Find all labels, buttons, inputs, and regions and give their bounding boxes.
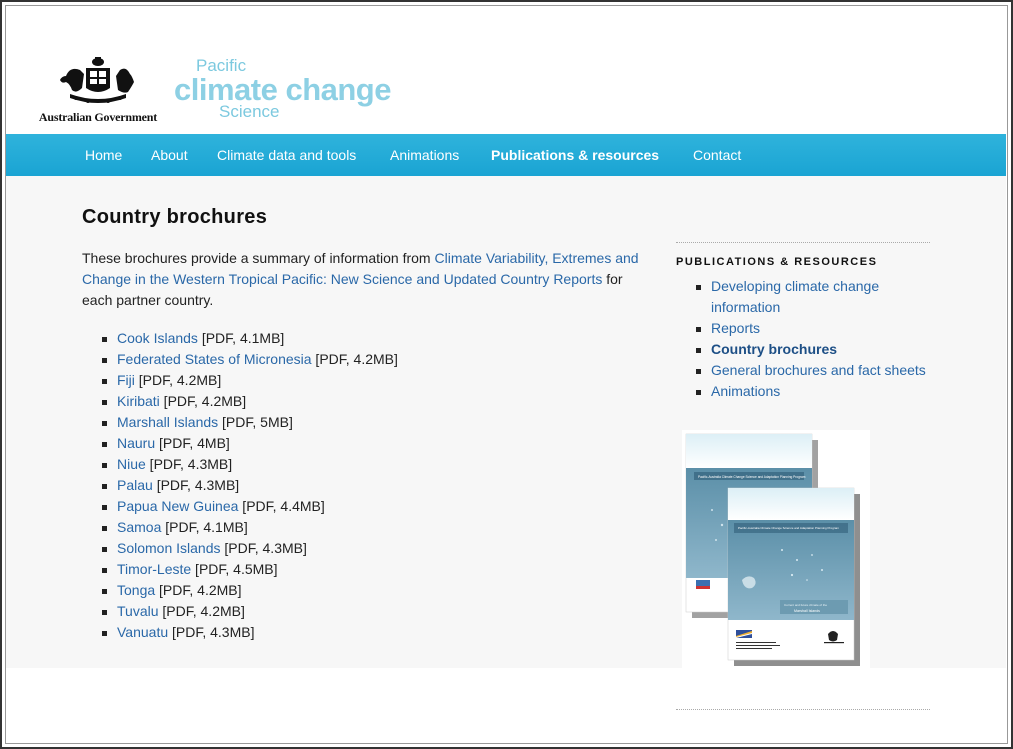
brand-line-2: climate change xyxy=(174,72,391,107)
file-meta: [PDF, 4.4MB] xyxy=(238,498,325,514)
file-meta: [PDF, 4.2MB] xyxy=(159,393,247,409)
file-meta: [PDF, 4.3MB] xyxy=(168,624,255,640)
brochure-link-timor-leste[interactable]: Timor-Leste xyxy=(117,561,191,577)
file-meta: [PDF, 4.2MB] xyxy=(311,351,398,367)
sidebar-current-label: Country brochures xyxy=(711,341,838,357)
sidebar-link[interactable]: Reports xyxy=(711,320,760,336)
file-meta: [PDF, 4.2MB] xyxy=(134,372,222,388)
file-meta: [PDF, 4.5MB] xyxy=(191,561,278,577)
list-item: Tuvalu [PDF, 4.2MB] xyxy=(102,601,398,622)
brochure-cover-image[interactable]: Pacific-Australia Climate Change Science… xyxy=(682,430,870,668)
nav-home[interactable]: Home xyxy=(85,134,122,176)
brochure-link-tonga[interactable]: Tonga xyxy=(117,582,155,598)
sidebar-link[interactable]: General brochures and fact sheets xyxy=(711,362,926,378)
brochure-link-fiji[interactable]: Fiji xyxy=(117,372,135,388)
intro-paragraph: These brochures provide a summary of inf… xyxy=(82,248,652,311)
list-item: Tonga [PDF, 4.2MB] xyxy=(102,580,398,601)
main-navigation: Home About Climate data and tools Animat… xyxy=(6,134,1006,176)
brochure-covers-graphic: Pacific-Australia Climate Change Science… xyxy=(685,433,860,666)
brochure-link-vanuatu[interactable]: Vanuatu xyxy=(117,624,168,640)
brochure-link-kiribati[interactable]: Kiribati xyxy=(117,393,160,409)
sidebar-link[interactable]: Developing climate change information xyxy=(711,278,879,315)
brochure-link-cook-islands[interactable]: Cook Islands xyxy=(117,330,198,346)
list-item: Timor-Leste [PDF, 4.5MB] xyxy=(102,559,398,580)
list-item: Vanuatu [PDF, 4.3MB] xyxy=(102,622,398,643)
list-item: Nauru [PDF, 4MB] xyxy=(102,433,398,454)
file-meta: [PDF, 4MB] xyxy=(155,435,230,451)
australian-government-logo[interactable]: Australian Government xyxy=(36,54,160,124)
sidebar-nav-list: Developing climate change information Re… xyxy=(676,276,930,402)
list-item: Marshall Islands [PDF, 5MB] xyxy=(102,412,398,433)
sidebar-bottom-divider xyxy=(676,709,930,710)
sidebar-item-reports: Reports xyxy=(696,318,930,339)
brochure-link-solomon-islands[interactable]: Solomon Islands xyxy=(117,540,221,556)
file-meta: [PDF, 4.2MB] xyxy=(158,603,245,619)
file-meta: [PDF, 4.3MB] xyxy=(145,456,233,472)
site-header: Australian Government Pacific climate ch… xyxy=(6,6,1006,134)
brochure-link-papua-new-guinea[interactable]: Papua New Guinea xyxy=(117,498,238,514)
file-meta: [PDF, 4.1MB] xyxy=(161,519,248,535)
brochure-link-palau[interactable]: Palau xyxy=(117,477,153,493)
brochure-link-marshall-islands[interactable]: Marshall Islands xyxy=(117,414,218,430)
file-meta: [PDF, 4.1MB] xyxy=(197,330,285,346)
list-item: Federated States of Micronesia [PDF, 4.2… xyxy=(102,349,398,370)
brochure-link-niue[interactable]: Niue xyxy=(117,456,146,472)
nav-animations[interactable]: Animations xyxy=(390,134,459,176)
government-name: Australian Government xyxy=(38,110,158,124)
list-item: Fiji [PDF, 4.2MB] xyxy=(102,370,398,391)
file-meta: [PDF, 4.2MB] xyxy=(155,582,242,598)
brochure-link-samoa[interactable]: Samoa xyxy=(117,519,161,535)
sidebar-item-animations: Animations xyxy=(696,381,930,402)
nav-climate-data-and-tools[interactable]: Climate data and tools xyxy=(217,134,356,176)
brochure-list: Cook Islands [PDF, 4.1MB] Federated Stat… xyxy=(82,328,398,643)
sidebar-heading: PUBLICATIONS & RESOURCES xyxy=(676,256,878,268)
back-cover-title: Pacific-Australia Climate Change Science… xyxy=(698,475,806,479)
list-item: Solomon Islands [PDF, 4.3MB] xyxy=(102,538,398,559)
coat-of-arms-icon xyxy=(60,57,134,103)
brand-line-3: Science xyxy=(219,102,280,121)
list-item: Samoa [PDF, 4.1MB] xyxy=(102,517,398,538)
brochure-link-nauru[interactable]: Nauru xyxy=(117,435,155,451)
file-meta: [PDF, 4.3MB] xyxy=(152,477,240,493)
nav-contact[interactable]: Contact xyxy=(693,134,741,176)
sidebar-divider xyxy=(676,242,930,243)
list-item: Cook Islands [PDF, 4.1MB] xyxy=(102,328,398,349)
list-item: Palau [PDF, 4.3MB] xyxy=(102,475,398,496)
page-title: Country brochures xyxy=(82,206,268,228)
front-cover-title: Pacific-Australia Climate Change Science… xyxy=(738,526,840,530)
brochure-link-micronesia[interactable]: Federated States of Micronesia xyxy=(117,351,312,367)
list-item: Niue [PDF, 4.3MB] xyxy=(102,454,398,475)
nav-about[interactable]: About xyxy=(151,134,188,176)
nav-publications-resources[interactable]: Publications & resources xyxy=(491,134,659,176)
front-cover-caption: Marshall Islands xyxy=(794,609,820,613)
sidebar-item-developing-climate-change-information: Developing climate change information xyxy=(696,276,930,318)
list-item: Kiribati [PDF, 4.2MB] xyxy=(102,391,398,412)
file-meta: [PDF, 5MB] xyxy=(218,414,293,430)
sidebar-item-country-brochures: Country brochures xyxy=(696,339,930,360)
brochure-link-tuvalu[interactable]: Tuvalu xyxy=(117,603,159,619)
file-meta: [PDF, 4.3MB] xyxy=(220,540,307,556)
pacific-climate-change-science-logo[interactable]: Pacific climate change Science xyxy=(174,56,414,126)
sidebar: PUBLICATIONS & RESOURCES Developing clim… xyxy=(676,242,930,402)
sidebar-link[interactable]: Animations xyxy=(711,383,780,399)
front-cover-subtitle: Current and future climate of the xyxy=(784,603,827,607)
sidebar-item-general-brochures: General brochures and fact sheets xyxy=(696,360,930,381)
intro-text-before: These brochures provide a summary of inf… xyxy=(82,250,435,266)
list-item: Papua New Guinea [PDF, 4.4MB] xyxy=(102,496,398,517)
content-area: Country brochures These brochures provid… xyxy=(6,176,1006,668)
